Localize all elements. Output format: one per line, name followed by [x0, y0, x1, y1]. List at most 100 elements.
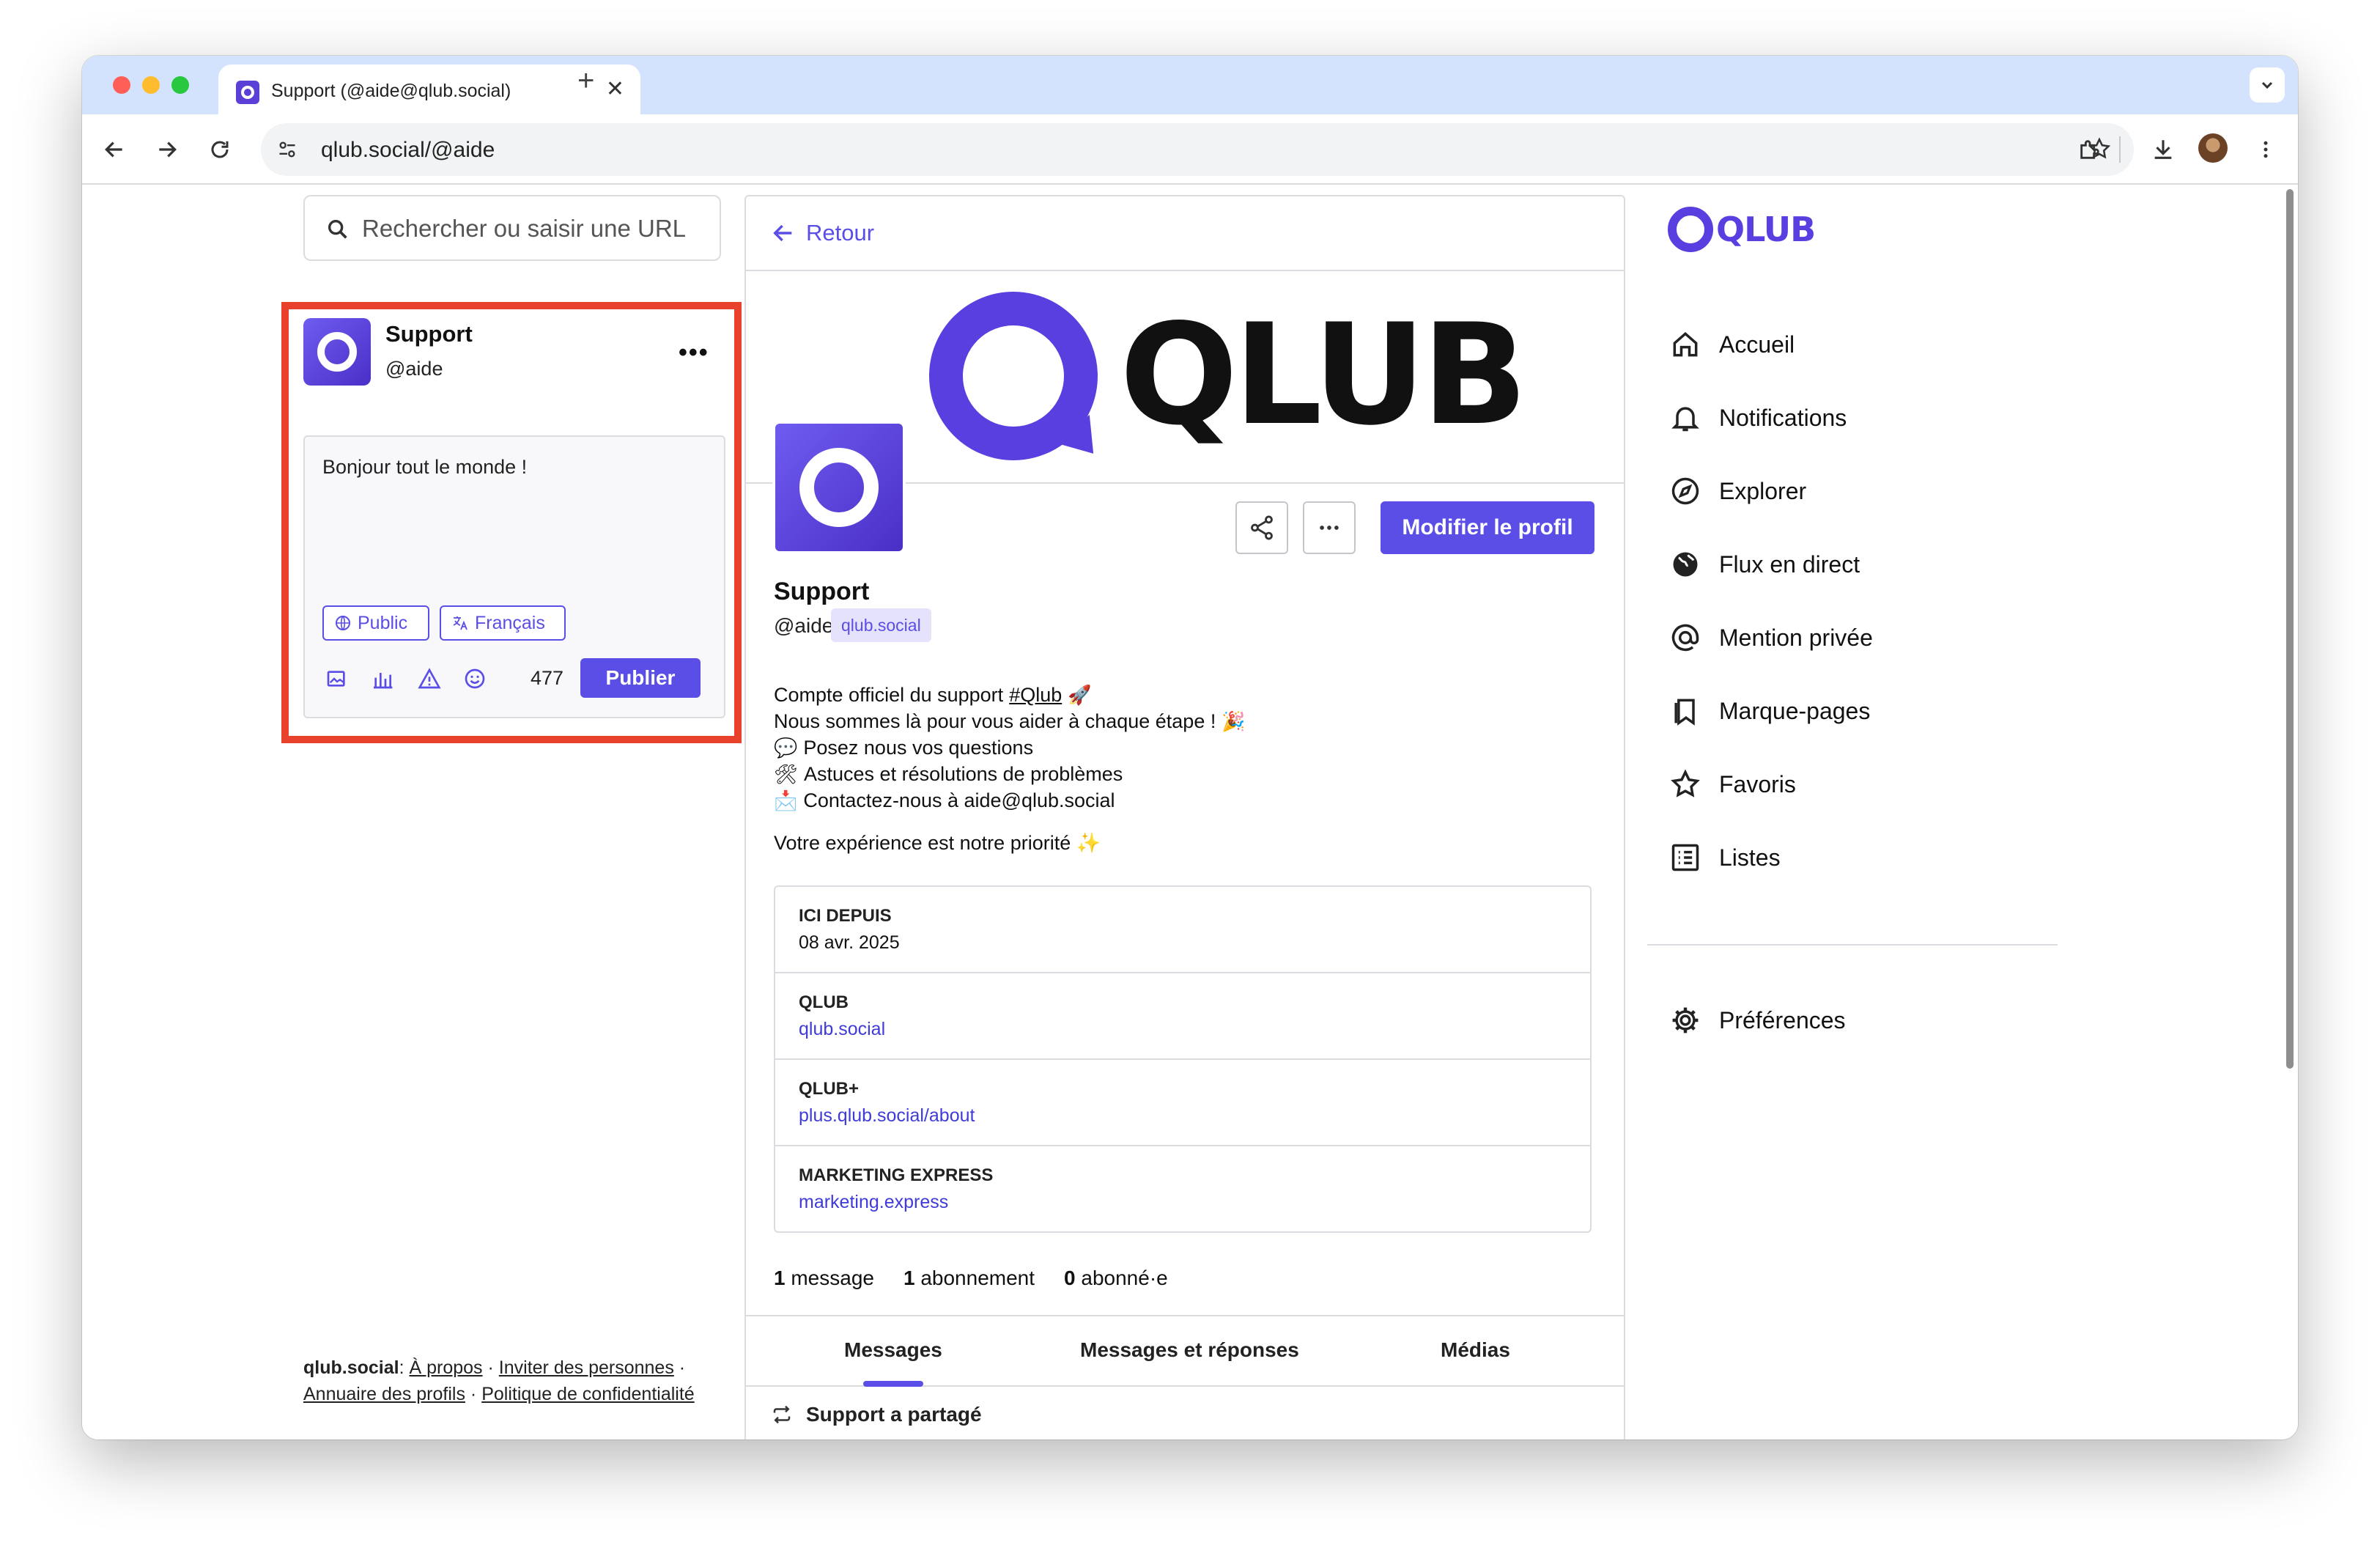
- share-icon: [1251, 515, 1273, 540]
- site-settings-icon: [279, 141, 295, 158]
- language-label: Français: [475, 612, 545, 633]
- maximize-window-button[interactable]: [171, 76, 189, 94]
- edit-profile-button[interactable]: Modifier le profil: [1381, 501, 1594, 554]
- profile-tabs: Messages Messages et réponses Médias: [746, 1315, 1624, 1387]
- nav-item-live-feed[interactable]: Flux en direct: [1669, 542, 1860, 586]
- arrow-left-icon: [105, 141, 122, 158]
- qlub-logo-icon: [1668, 207, 1713, 252]
- profile-column: Retour QLUB Modifier le profil Support @…: [744, 195, 1625, 1440]
- chevron-down-icon: [2261, 81, 2273, 89]
- extensions-button[interactable]: [2072, 132, 2107, 167]
- url-text[interactable]: qlub.social/@aide: [321, 138, 495, 163]
- nav-item-notifications[interactable]: Notifications: [1669, 396, 1847, 440]
- qlub-favicon-icon: [236, 81, 259, 104]
- logo-wordmark: QLUB: [1716, 210, 1816, 249]
- minimize-window-button[interactable]: [142, 76, 160, 94]
- footer-links: qlub.social: À propos · Inviter des pers…: [303, 1357, 695, 1404]
- profile-field-qlub: QLUB qlub.social: [775, 973, 1590, 1060]
- footer-privacy-link[interactable]: Politique de confidentialité: [481, 1384, 694, 1404]
- nav-item-preferences[interactable]: Préférences: [1669, 998, 1846, 1042]
- profile-more-button[interactable]: [1303, 501, 1356, 554]
- footer-about-link[interactable]: À propos: [410, 1357, 483, 1378]
- forward-button[interactable]: [149, 132, 185, 167]
- followers-count[interactable]: 0 abonné·e: [1064, 1267, 1168, 1290]
- column-header: Retour: [746, 196, 1624, 271]
- language-button[interactable]: Français: [440, 605, 566, 641]
- ellipsis-icon: [1320, 526, 1339, 530]
- field-link[interactable]: marketing.express: [799, 1192, 948, 1213]
- nav-item-lists[interactable]: Listes: [1669, 836, 1781, 880]
- footer-directory-link[interactable]: Annuaire des profils: [303, 1384, 465, 1404]
- profile-display-name: Support: [774, 578, 870, 605]
- nav-item-home[interactable]: Accueil: [1669, 322, 1795, 366]
- emoji-button[interactable]: [460, 664, 489, 693]
- smiley-icon: [465, 668, 485, 689]
- profile-bio-tagline: Votre expérience est notre priorité ✨: [774, 832, 1101, 854]
- back-link[interactable]: Retour: [771, 220, 874, 246]
- share-profile-button[interactable]: [1235, 501, 1288, 554]
- warning-icon: [418, 668, 441, 689]
- visibility-button[interactable]: Public: [322, 605, 429, 641]
- back-button[interactable]: [97, 132, 132, 167]
- tab-search-button[interactable]: [2250, 67, 2285, 103]
- profile-avatar-image[interactable]: [772, 421, 906, 554]
- globe-icon: [336, 616, 350, 630]
- footer-invite-link[interactable]: Inviter des personnes: [499, 1357, 674, 1378]
- nav-item-explore[interactable]: Explorer: [1669, 469, 1806, 513]
- nav-item-favourites[interactable]: Favoris: [1669, 762, 1796, 806]
- profile-fields: ICI DEPUIS 08 avr. 2025 QLUB qlub.social…: [774, 885, 1592, 1233]
- boost-header: Support a partagé: [771, 1403, 982, 1426]
- publish-button[interactable]: Publier: [580, 658, 701, 698]
- field-link[interactable]: qlub.social: [799, 1019, 885, 1040]
- compose-avatar[interactable]: [303, 318, 371, 386]
- at-icon: [1671, 624, 1699, 652]
- profile-stats: 1 message 1 abonnement 0 abonné·e: [774, 1267, 1168, 1290]
- close-window-button[interactable]: [113, 76, 130, 94]
- following-count[interactable]: 1 abonnement: [903, 1267, 1035, 1290]
- compose-textarea[interactable]: Bonjour tout le monde !: [322, 456, 527, 479]
- hashtag-link[interactable]: #Qlub: [1009, 682, 1062, 708]
- nav-item-private-mention[interactable]: Mention privée: [1669, 616, 1873, 660]
- posts-count[interactable]: 1 message: [774, 1267, 874, 1290]
- compass-icon: [1671, 477, 1699, 505]
- puzzle-icon: [2080, 140, 2099, 159]
- star-icon: [1671, 769, 1700, 797]
- profile-handle: @aide: [774, 614, 834, 637]
- gear-icon: [1672, 1007, 1699, 1033]
- banner-wordmark: QLUB: [1120, 294, 1528, 456]
- visibility-label: Public: [358, 612, 408, 633]
- content-warning-button[interactable]: [415, 664, 444, 693]
- compose-handle[interactable]: @aide: [385, 358, 443, 380]
- home-icon: [1673, 332, 1698, 357]
- tab-messages[interactable]: Messages: [844, 1338, 942, 1362]
- arrow-right-icon: [159, 141, 177, 158]
- add-media-button[interactable]: [322, 664, 352, 693]
- arrow-left-icon: [773, 224, 792, 242]
- image-icon: [327, 671, 345, 687]
- search-placeholder: Rechercher ou saisir une URL: [362, 215, 687, 242]
- address-bar[interactable]: qlub.social/@aide: [261, 123, 2134, 176]
- qlub-logo-icon: [317, 332, 357, 372]
- compose-display-name[interactable]: Support: [385, 321, 473, 347]
- reload-button[interactable]: [202, 132, 237, 167]
- nav-item-bookmarks[interactable]: Marque-pages: [1669, 689, 1870, 733]
- profile-avatar[interactable]: [2198, 133, 2228, 163]
- kebab-menu-icon: [2263, 141, 2268, 158]
- tab-media[interactable]: Médias: [1441, 1338, 1510, 1362]
- browser-menu-button[interactable]: [2248, 132, 2283, 167]
- downloads-button[interactable]: [2146, 132, 2181, 167]
- add-poll-button[interactable]: [368, 664, 397, 693]
- profile-field-joined: ICI DEPUIS 08 avr. 2025: [775, 887, 1590, 973]
- compose-more-button[interactable]: •••: [679, 339, 709, 367]
- tab-messages-and-replies[interactable]: Messages et réponses: [1080, 1338, 1299, 1362]
- qlub-logo[interactable]: QLUB: [1668, 207, 1816, 252]
- browser-toolbar: qlub.social/@aide: [82, 114, 2298, 185]
- profile-domain-badge[interactable]: qlub.social: [831, 608, 931, 642]
- page-scrollbar[interactable]: [2286, 189, 2294, 1069]
- field-link[interactable]: plus.qlub.social/about: [799, 1105, 975, 1127]
- tab-close-button[interactable]: ✕: [606, 76, 624, 102]
- search-input[interactable]: Rechercher ou saisir une URL: [303, 195, 721, 261]
- new-tab-button[interactable]: +: [577, 64, 594, 97]
- tab-bar: Support (@aide@qlub.social) ✕ +: [82, 56, 2298, 114]
- toolbar-divider: [2119, 136, 2121, 163]
